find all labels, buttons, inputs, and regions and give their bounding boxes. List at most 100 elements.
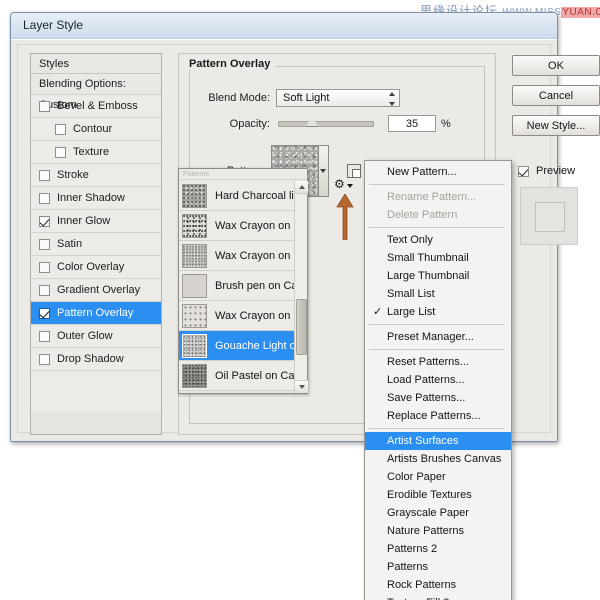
ok-button[interactable]: OK [512, 55, 600, 76]
menu-item-texture-fill-2[interactable]: Texture Fill 2 [365, 594, 511, 600]
sidebar-item-label: Texture [73, 145, 110, 158]
menu-item-label: Rock Patterns [387, 579, 457, 591]
preview-checkbox[interactable] [518, 165, 529, 177]
menu-item-label: New Pattern... [387, 166, 457, 178]
menu-item-replace-patterns[interactable]: Replace Patterns... [365, 407, 511, 425]
sidebar-item-inner-glow[interactable]: Inner Glow [31, 210, 161, 233]
pattern-dropdown-arrow-icon[interactable] [317, 146, 329, 196]
menu-item-patterns[interactable]: Patterns [365, 558, 511, 576]
sidebar-item-gradient-overlay[interactable]: Gradient Overlay [31, 279, 161, 302]
checkbox[interactable] [39, 100, 50, 112]
menu-item-label: Grayscale Paper [387, 507, 469, 519]
checkbox[interactable] [39, 169, 50, 181]
checkbox[interactable] [39, 215, 50, 227]
menu-item-large-thumbnail[interactable]: Large Thumbnail [365, 267, 511, 285]
menu-item-label: Save Patterns... [387, 392, 466, 404]
menu-item-nature-patterns[interactable]: Nature Patterns [365, 522, 511, 540]
styles-panel-header: Styles [31, 54, 161, 74]
menu-item-save-patterns[interactable]: Save Patterns... [365, 389, 511, 407]
menu-item-label: Artist Surfaces [387, 435, 459, 447]
sidebar-item-label: Gradient Overlay [57, 283, 141, 296]
menu-item-erodible-textures[interactable]: Erodible Textures [365, 486, 511, 504]
menu-item-rock-patterns[interactable]: Rock Patterns [365, 576, 511, 594]
pattern-picker-gear-button[interactable]: ⚙ [334, 176, 354, 192]
opacity-unit: % [441, 117, 451, 130]
menu-item-label: Large Thumbnail [387, 270, 470, 282]
checkbox[interactable] [55, 146, 66, 158]
scrollbar-thumb[interactable] [296, 299, 307, 355]
menu-item-label: Load Patterns... [387, 374, 465, 386]
opacity-label: Opacity: [229, 117, 270, 130]
check-icon: ✓ [373, 306, 383, 318]
menu-item-preset-manager[interactable]: Preset Manager... [365, 328, 511, 346]
menu-item-label: Patterns [387, 561, 428, 573]
checkbox[interactable] [39, 353, 50, 365]
checkbox[interactable] [39, 307, 50, 319]
opacity-slider[interactable] [278, 115, 374, 127]
opacity-row: Opacity: 35 % [190, 115, 484, 132]
opacity-slider-thumb[interactable] [305, 115, 318, 126]
sidebar-item-label: Stroke [57, 168, 89, 181]
checkbox[interactable] [39, 261, 50, 273]
pattern-list-item[interactable]: Wax Crayon on Charc [179, 211, 294, 241]
pattern-thumbnail [182, 213, 207, 238]
pattern-list-item[interactable]: Wax Crayon on Vellu [179, 301, 294, 331]
sidebar-item-color-overlay[interactable]: Color Overlay [31, 256, 161, 279]
menu-item-color-paper[interactable]: Color Paper [365, 468, 511, 486]
cancel-button[interactable]: Cancel [512, 85, 600, 106]
menu-item-load-patterns[interactable]: Load Patterns... [365, 371, 511, 389]
pattern-options-context-menu: New Pattern... Rename Pattern... Delete Pa… [364, 160, 512, 600]
sidebar-item-label: Inner Shadow [57, 191, 125, 204]
sidebar-item-label: Outer Glow [57, 329, 113, 342]
menu-item-patterns-2[interactable]: Patterns 2 [365, 540, 511, 558]
sidebar-item-satin[interactable]: Satin [31, 233, 161, 256]
opacity-input[interactable]: 35 [388, 115, 436, 132]
menu-item-text-only[interactable]: Text Only [365, 231, 511, 249]
blend-mode-select[interactable]: Soft Light [276, 89, 400, 107]
menu-item-new-pattern[interactable]: New Pattern... [365, 163, 511, 181]
pattern-name: Brush pen on Canvas [215, 279, 294, 292]
menu-item-grayscale-paper[interactable]: Grayscale Paper [365, 504, 511, 522]
pattern-name: Gouache Light on Wa [215, 339, 294, 352]
sidebar-item-pattern-overlay[interactable]: Pattern Overlay [31, 302, 161, 325]
checkbox[interactable] [55, 123, 66, 135]
pattern-list-item[interactable]: Hard Charcoal light [179, 181, 294, 211]
blend-mode-label: Blend Mode: [208, 92, 270, 104]
annotation-arrow-icon [336, 194, 354, 240]
checkbox[interactable] [39, 192, 50, 204]
menu-item-small-list[interactable]: Small List [365, 285, 511, 303]
sidebar-item-blending-options[interactable]: Blending Options: Custom [31, 74, 161, 111]
menu-item-label: Delete Pattern [387, 209, 458, 221]
pattern-picker-popup: Patterns Hard Charcoal light Wax Crayon o… [178, 168, 308, 394]
scroll-down-button[interactable] [295, 380, 308, 393]
checkbox[interactable] [39, 330, 50, 342]
sidebar-item-inner-shadow[interactable]: Inner Shadow [31, 187, 161, 210]
sidebar-item-label: Drop Shadow [57, 352, 124, 365]
pattern-list-item[interactable]: Gouache Light on Wa [179, 331, 294, 361]
pattern-picker-list: Hard Charcoal light Wax Crayon on Charc Wa… [179, 181, 294, 393]
sidebar-item-outer-glow[interactable]: Outer Glow [31, 325, 161, 348]
scroll-up-button[interactable] [295, 181, 308, 194]
sidebar-item-label: Color Overlay [57, 260, 125, 273]
blend-mode-value: Soft Light [283, 92, 330, 104]
menu-item-large-list[interactable]: ✓ Large List [365, 303, 511, 321]
sidebar-item-contour[interactable]: Contour [31, 118, 161, 141]
menu-item-artist-surfaces[interactable]: Artist Surfaces [365, 432, 511, 450]
pattern-list-item[interactable]: Brush pen on Canvas [179, 271, 294, 301]
sidebar-item-texture[interactable]: Texture [31, 141, 161, 164]
dialog-titlebar[interactable]: Layer Style [11, 13, 557, 39]
menu-item-small-thumbnail[interactable]: Small Thumbnail [365, 249, 511, 267]
pattern-name: Hard Charcoal light [215, 189, 294, 202]
pattern-list-item[interactable]: Oil Pastel on Canvas [179, 361, 294, 391]
preview-checkbox-row[interactable]: Preview [518, 165, 575, 177]
checkbox[interactable] [39, 284, 50, 296]
new-style-button[interactable]: New Style... [512, 115, 600, 136]
sidebar-item-drop-shadow[interactable]: Drop Shadow [31, 348, 161, 371]
sidebar-item-stroke[interactable]: Stroke [31, 164, 161, 187]
pattern-list-item[interactable]: Wax Crayon on Sketc [179, 241, 294, 271]
menu-item-artists-brushes-canvas[interactable]: Artists Brushes Canvas [365, 450, 511, 468]
pattern-picker-scrollbar[interactable] [294, 181, 308, 393]
checkbox[interactable] [39, 238, 50, 250]
menu-item-label: Reset Patterns... [387, 356, 469, 368]
menu-item-reset-patterns[interactable]: Reset Patterns... [365, 353, 511, 371]
